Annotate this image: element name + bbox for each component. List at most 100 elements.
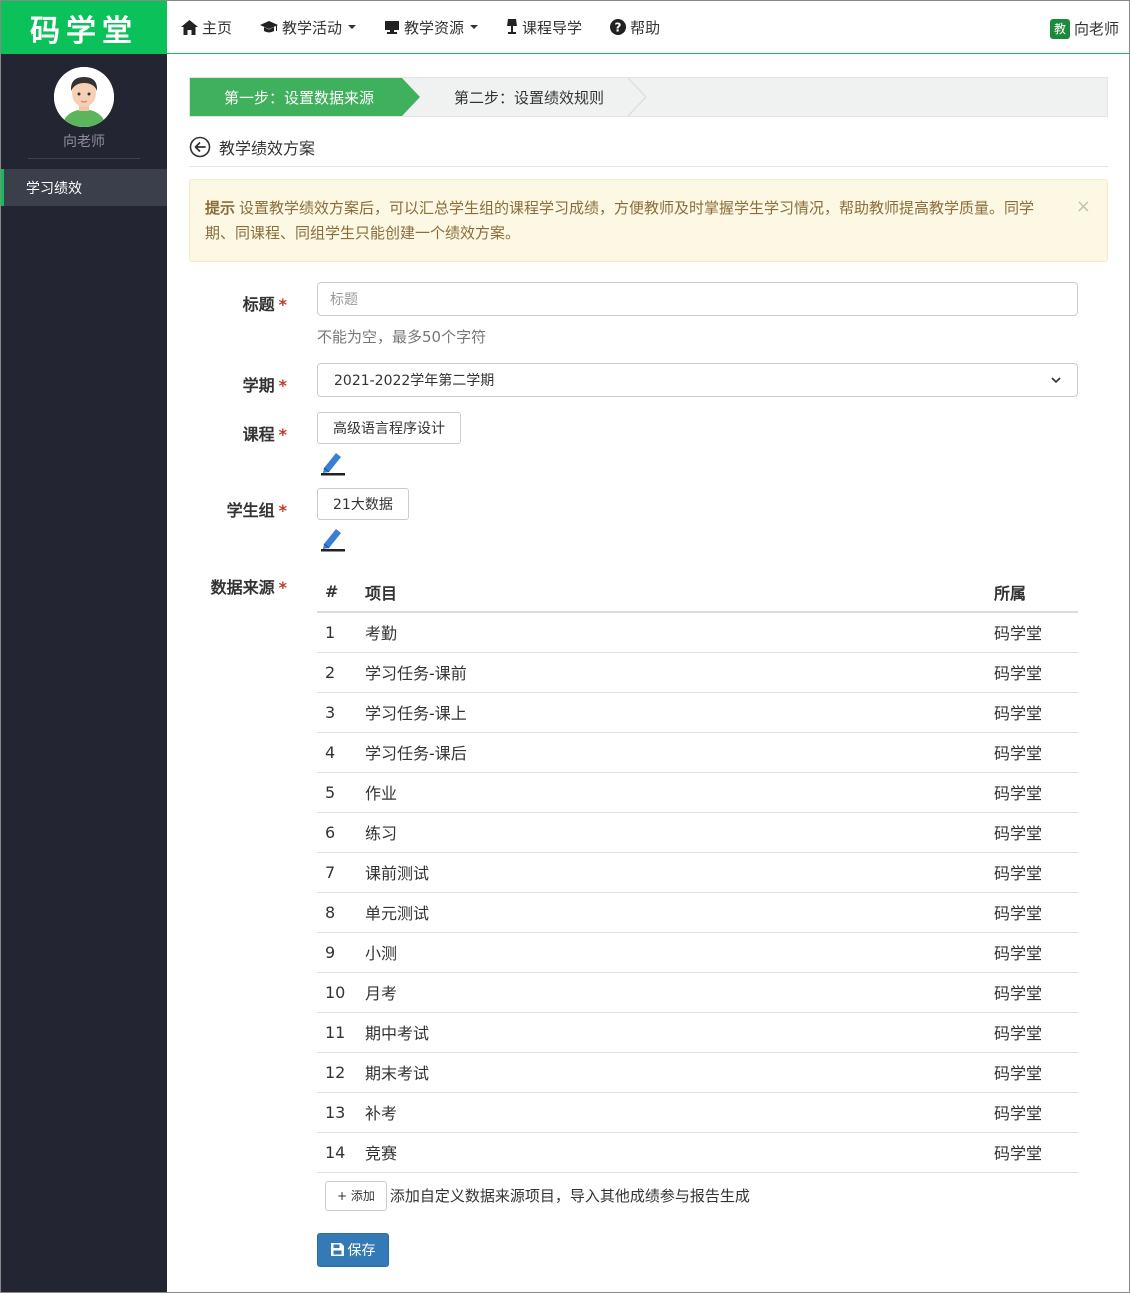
cell-item: 补考	[357, 1092, 986, 1133]
svg-text:?: ?	[615, 21, 622, 35]
cell-owner: 码学堂	[986, 972, 1078, 1013]
step-1[interactable]: 第一步：设置数据来源	[190, 78, 420, 116]
add-source-button[interactable]: + 添加	[325, 1180, 387, 1211]
table-row: 5 作业 码学堂	[317, 772, 1078, 813]
cell-item: 学习任务-课后	[357, 732, 986, 773]
cell-owner: 码学堂	[986, 1132, 1078, 1173]
student-group-tag[interactable]: 21大数据	[317, 488, 409, 520]
cell-owner: 码学堂	[986, 932, 1078, 973]
cell-owner: 码学堂	[986, 652, 1078, 693]
cell-num: 5	[317, 772, 357, 813]
cell-num: 12	[317, 1052, 357, 1093]
chevron-down-icon	[348, 25, 357, 29]
cell-owner: 码学堂	[986, 692, 1078, 733]
cell-num: 3	[317, 692, 357, 733]
user-name: 向老师	[1073, 20, 1119, 38]
edit-group-icon[interactable]	[319, 524, 347, 552]
nav-teaching-activities-label: 教学活动	[282, 18, 343, 37]
cell-owner: 码学堂	[986, 852, 1078, 893]
chevron-down-icon	[1051, 376, 1061, 383]
wizard-steps: 第一步：设置数据来源 第二步：设置绩效规则	[189, 77, 1108, 117]
edit-course-icon[interactable]	[319, 448, 347, 476]
save-button-label: 保存	[347, 1242, 376, 1259]
chevron-down-icon	[470, 25, 479, 29]
cell-num: 1	[317, 612, 357, 653]
alert-text: 设置教学绩效方案后，可以汇总学生组的课程学习成绩，方便教师及时掌握学生学习情况，…	[205, 199, 1035, 242]
title-label: 标题 *	[242, 295, 287, 314]
table-row: 10 月考 码学堂	[317, 972, 1078, 1013]
cell-num: 13	[317, 1092, 357, 1133]
avatar[interactable]	[54, 67, 114, 127]
table-row: 1 考勤 码学堂	[317, 612, 1078, 653]
nav-teaching-resources[interactable]: 教学资源	[384, 17, 479, 38]
nav-home-label: 主页	[202, 18, 233, 37]
cell-item: 考勤	[357, 612, 986, 653]
course-tag[interactable]: 高级语言程序设计	[317, 412, 461, 444]
monitor-icon	[384, 20, 400, 35]
data-source-label: 数据来源 *	[210, 578, 287, 597]
home-icon	[181, 19, 198, 35]
table-row: 7 课前测试 码学堂	[317, 852, 1078, 893]
logo[interactable]: 码学堂	[1, 1, 167, 54]
cell-item: 学习任务-课上	[357, 692, 986, 733]
nav-home[interactable]: 主页	[181, 17, 232, 38]
table-row: 11 期中考试 码学堂	[317, 1012, 1078, 1053]
table-row: 9 小测 码学堂	[317, 932, 1078, 973]
table-row: 14 竞赛 码学堂	[317, 1132, 1078, 1173]
save-icon	[330, 1243, 344, 1256]
sidebar-divider	[28, 158, 140, 159]
nav-help[interactable]: ? 帮助	[610, 17, 660, 38]
title-input[interactable]: 标题	[317, 282, 1078, 316]
student-group-label: 学生组 *	[226, 501, 287, 520]
cell-item: 学习任务-课前	[357, 652, 986, 693]
table-row: 12 期末考试 码学堂	[317, 1052, 1078, 1093]
cell-num: 4	[317, 732, 357, 773]
add-source-text: 添加自定义数据来源项目，导入其他成绩参与报告生成	[389, 1187, 750, 1205]
cell-num: 14	[317, 1132, 357, 1173]
question-icon: ?	[610, 19, 627, 35]
sidebar: 码学堂 向老师 学习绩效	[1, 1, 167, 1292]
table-row: 8 单元测试 码学堂	[317, 892, 1078, 933]
data-source-table: # 项目 所属 1 考勤 码学堂 2 学习任务-课前 码学堂 3 学习任务-课上 码学堂 4 学习任…	[317, 572, 1078, 1173]
cell-item: 作业	[357, 772, 986, 813]
table-row: 2 学习任务-课前 码学堂	[317, 652, 1078, 693]
column-header-item: 项目	[357, 572, 986, 613]
cell-owner: 码学堂	[986, 812, 1078, 853]
cell-num: 6	[317, 812, 357, 853]
nav-help-label: 帮助	[630, 18, 661, 37]
course-label: 课程 *	[242, 425, 287, 444]
back-arrow-icon[interactable]	[189, 136, 211, 158]
nav-course-guide[interactable]: 课程导学	[506, 17, 582, 38]
table-row: 4 学习任务-课后 码学堂	[317, 732, 1078, 773]
cell-owner: 码学堂	[986, 772, 1078, 813]
cell-owner: 码学堂	[986, 732, 1078, 773]
alert-title: 提示	[205, 199, 236, 217]
term-label: 学期 *	[242, 376, 287, 395]
nav-course-guide-label: 课程导学	[522, 18, 583, 37]
column-header-owner: 所属	[986, 572, 1078, 613]
main-content: 第一步：设置数据来源 第二步：设置绩效规则 教学绩效方案 提示 设置教学绩效方案后…	[189, 77, 1108, 1267]
cell-num: 7	[317, 852, 357, 893]
term-select-value: 2021-2022学年第二学期	[334, 373, 495, 389]
step-2[interactable]: 第二步：设置绩效规则	[454, 78, 604, 116]
term-select[interactable]: 2021-2022学年第二学期	[317, 363, 1078, 397]
cell-item: 课前测试	[357, 852, 986, 893]
tip-alert: 提示 设置教学绩效方案后，可以汇总学生组的课程学习成绩，方便教师及时掌握学生学习情…	[189, 179, 1108, 262]
cell-item: 单元测试	[357, 892, 986, 933]
nav-teaching-activities[interactable]: 教学活动	[260, 17, 357, 38]
save-button[interactable]: 保存	[317, 1232, 389, 1267]
cell-item: 期中考试	[357, 1012, 986, 1053]
cell-num: 9	[317, 932, 357, 973]
column-header-num: #	[317, 572, 357, 613]
user-role-badge: 教	[1049, 18, 1070, 39]
sidebar-item-learning-performance[interactable]: 学习绩效	[1, 169, 167, 206]
cell-item: 月考	[357, 972, 986, 1013]
page-header: 教学绩效方案	[189, 135, 1108, 167]
cell-owner: 码学堂	[986, 1012, 1078, 1053]
user-menu[interactable]: 教 向老师	[1049, 18, 1119, 39]
top-navbar: 主页 教学活动 教学资源 课程导学 ? 帮助 教 向老师	[167, 1, 1129, 54]
add-source-row: + 添加 添加自定义数据来源项目，导入其他成绩参与报告生成	[317, 1180, 1108, 1211]
close-icon[interactable]: ×	[1076, 194, 1091, 219]
table-row: 6 练习 码学堂	[317, 812, 1078, 853]
title-help-text: 不能为空，最多50个字符	[317, 328, 487, 346]
